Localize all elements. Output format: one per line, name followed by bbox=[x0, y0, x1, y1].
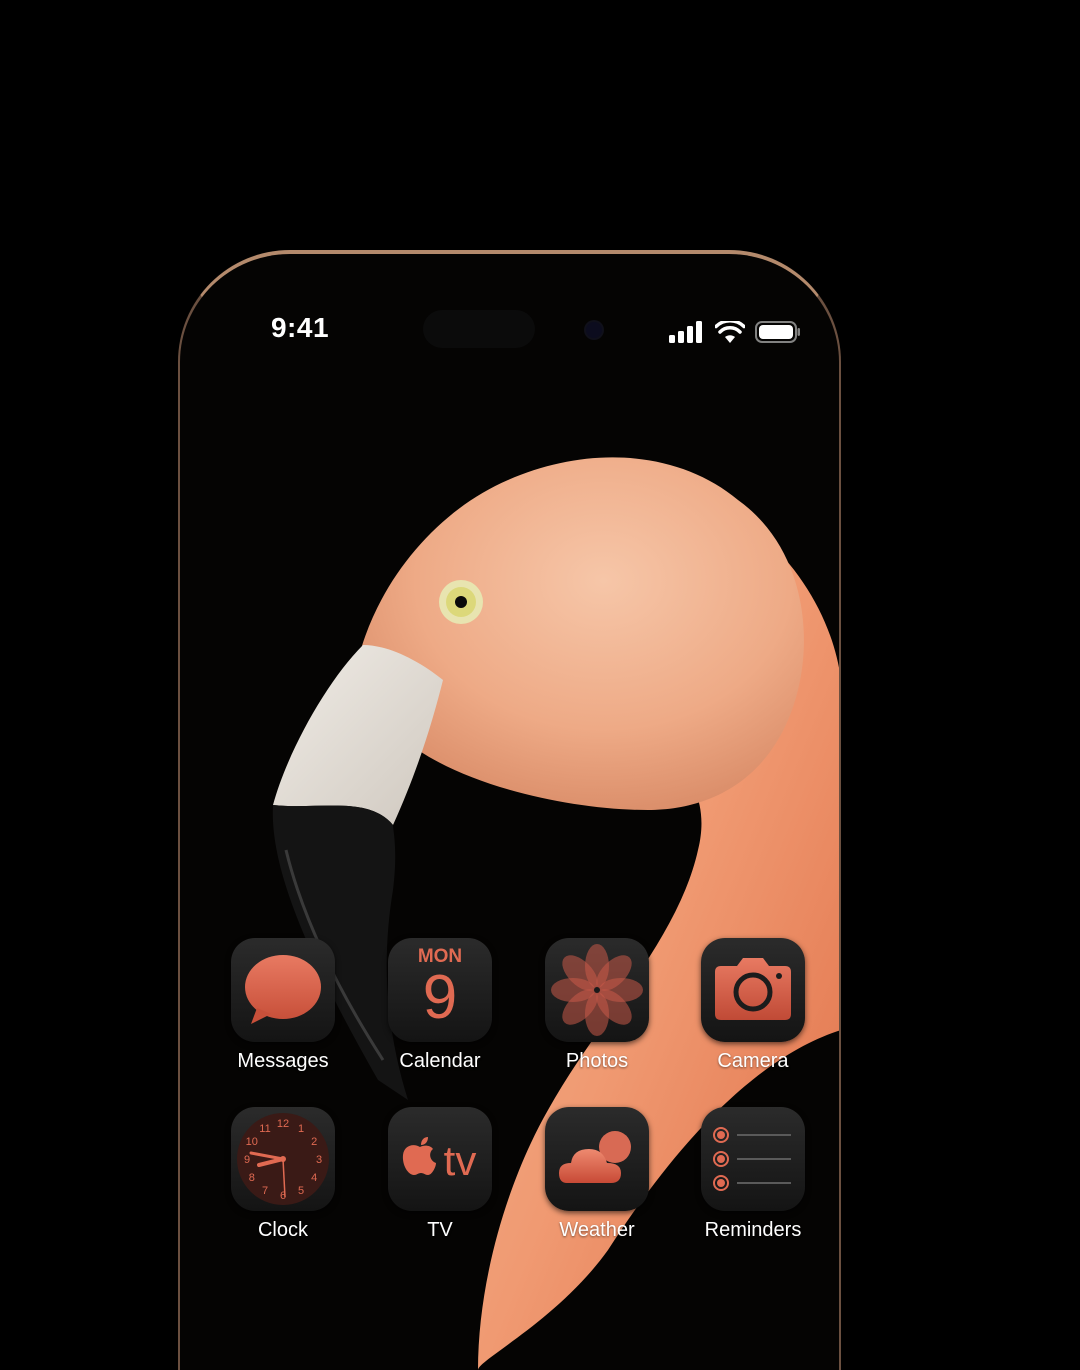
clock-numeral: 10 bbox=[246, 1136, 258, 1148]
clock-numeral: 8 bbox=[249, 1172, 255, 1184]
status-time: 9:41 bbox=[270, 312, 330, 343]
clock-numeral: 9 bbox=[244, 1154, 250, 1166]
messages-icon bbox=[231, 938, 335, 1042]
calendar-icon: MON 9 bbox=[388, 938, 492, 1042]
app-reminders[interactable]: Reminders bbox=[683, 1107, 823, 1242]
app-label: Photos bbox=[565, 1050, 629, 1072]
app-label: TV bbox=[427, 1219, 453, 1241]
app-label: Clock bbox=[257, 1219, 308, 1241]
photos-icon bbox=[545, 938, 649, 1042]
status-icons bbox=[669, 320, 801, 344]
clock-numeral: 1 bbox=[298, 1123, 304, 1135]
calendar-date: 9 bbox=[422, 963, 458, 1032]
reminders-icon bbox=[701, 1107, 805, 1211]
tv-icon: tv bbox=[388, 1107, 492, 1211]
app-label: Weather bbox=[559, 1219, 635, 1241]
app-calendar[interactable]: MON 9 Calendar bbox=[370, 938, 510, 1073]
clock-numeral: 12 bbox=[277, 1118, 289, 1130]
app-clock[interactable]: 12 1 2 3 4 5 6 7 8 9 10 11 Clock bbox=[213, 1107, 353, 1242]
app-label: Calendar bbox=[399, 1050, 481, 1072]
app-label: Camera bbox=[717, 1050, 789, 1072]
status-bar: 9:41 bbox=[178, 250, 841, 410]
app-photos[interactable]: Photos bbox=[527, 938, 667, 1073]
app-label: Messages bbox=[237, 1050, 329, 1072]
tv-glyph: tv bbox=[444, 1137, 477, 1184]
front-camera bbox=[586, 322, 602, 338]
clock-numeral: 4 bbox=[311, 1172, 317, 1184]
clock-numeral: 5 bbox=[298, 1185, 304, 1197]
phone-screen: 9:41 Messages MON 9 Calendar Photos Came… bbox=[178, 250, 841, 1370]
battery-icon bbox=[755, 321, 800, 343]
clock-numeral: 7 bbox=[262, 1185, 268, 1197]
dynamic-island bbox=[423, 310, 535, 348]
clock-numeral: 11 bbox=[259, 1123, 270, 1135]
clock-icon: 12 1 2 3 4 5 6 7 8 9 10 11 bbox=[231, 1107, 335, 1211]
wifi-icon bbox=[715, 321, 745, 343]
camera-icon bbox=[701, 938, 805, 1042]
clock-numeral: 3 bbox=[316, 1154, 322, 1166]
clock-numeral: 2 bbox=[311, 1136, 317, 1148]
app-tv[interactable]: tv TV bbox=[370, 1107, 510, 1242]
cellular-signal-icon bbox=[669, 321, 702, 343]
app-camera[interactable]: Camera bbox=[683, 938, 823, 1073]
app-weather[interactable]: Weather bbox=[527, 1107, 667, 1242]
weather-icon bbox=[545, 1107, 649, 1211]
app-messages[interactable]: Messages bbox=[213, 938, 353, 1073]
app-label: Reminders bbox=[704, 1219, 802, 1241]
